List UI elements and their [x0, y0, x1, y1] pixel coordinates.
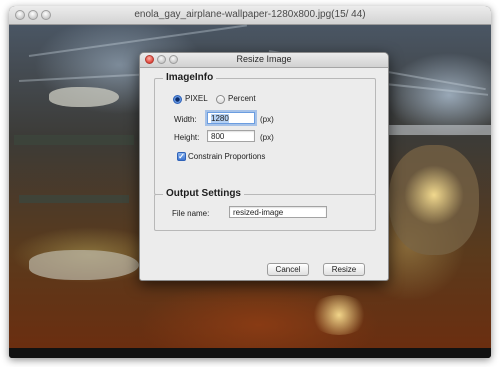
window-title: enola_gay_airplane-wallpaper-1280x800.jp… [134, 9, 366, 20]
height-label: Height: [174, 133, 200, 142]
width-label: Width: [174, 115, 197, 124]
dialog-titlebar[interactable]: Resize Image [140, 53, 388, 68]
output-settings-legend: Output Settings [163, 188, 244, 199]
width-input[interactable]: 1280 [207, 112, 255, 124]
width-unit: (px) [260, 115, 274, 124]
radio-percent[interactable] [216, 95, 225, 104]
output-settings-group: Output Settings File name: resized-image [154, 188, 376, 231]
checkmark-icon: ✓ [178, 152, 185, 161]
status-bar [9, 348, 491, 358]
radio-pixel[interactable] [173, 95, 182, 104]
radio-percent-label[interactable]: Percent [228, 94, 256, 103]
file-name-label: File name: [172, 209, 210, 218]
image-info-legend: ImageInfo [163, 72, 217, 83]
radio-pixel-label[interactable]: PIXEL [185, 94, 208, 103]
resize-button[interactable]: Resize [323, 263, 365, 276]
resize-image-dialog: Resize Image ImageInfo PIXEL Percent Wid… [139, 52, 389, 281]
window-titlebar[interactable]: enola_gay_airplane-wallpaper-1280x800.jp… [9, 6, 491, 25]
height-input[interactable]: 800 [207, 130, 255, 142]
dialog-title: Resize Image [236, 54, 292, 64]
width-value: 1280 [211, 114, 229, 123]
cancel-button[interactable]: Cancel [267, 263, 309, 276]
height-unit: (px) [260, 133, 274, 142]
file-name-input[interactable]: resized-image [229, 206, 327, 218]
constrain-label[interactable]: Constrain Proportions [188, 152, 265, 161]
constrain-checkbox[interactable]: ✓ [177, 152, 186, 161]
image-info-group: ImageInfo PIXEL Percent Width: 1280 (px)… [154, 72, 376, 195]
